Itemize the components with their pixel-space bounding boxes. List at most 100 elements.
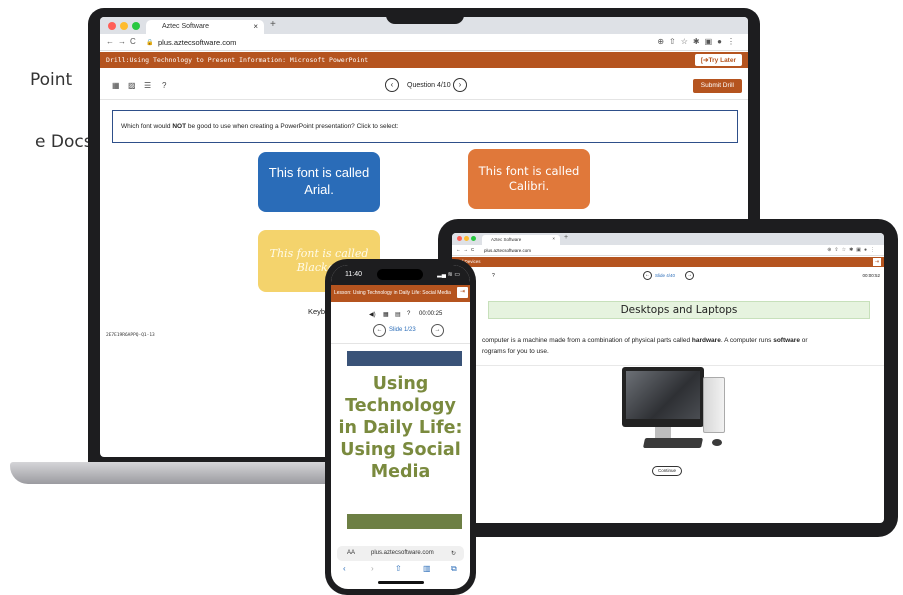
answer-calibri[interactable]: This font is called Calibri. <box>468 149 590 209</box>
back-icon[interactable]: ← <box>106 37 114 46</box>
back-icon[interactable]: ‹ <box>343 564 346 573</box>
bookmarks-icon[interactable]: ▥ <box>423 564 431 573</box>
continue-button[interactable]: Continue <box>652 466 682 476</box>
maximize-window-icon[interactable] <box>132 22 140 30</box>
keyboard-illustration <box>642 438 704 448</box>
browser-extension-icons[interactable]: ⊕⇧☆✱▣●⋮ <box>827 247 878 253</box>
next-question-button[interactable]: › <box>453 78 467 92</box>
url-text[interactable]: plus.aztecsoftware.com <box>158 38 236 47</box>
slide-title: Using Technology in Daily Life: Using So… <box>338 374 463 482</box>
lesson-toolbar: ? ← Slide 4/40 → 00:00:52 <box>452 268 884 284</box>
forward-icon[interactable]: › <box>371 564 374 573</box>
pc-tower-illustration <box>703 377 725 433</box>
para-text: rograms for you to use. <box>482 348 549 355</box>
help-icon[interactable]: ? <box>162 81 166 90</box>
drill-toolbar: ▦ ▨ ☰ ? ‹ Question 4/10 › Submit Drill <box>100 70 748 100</box>
previous-slide-button[interactable]: ← <box>373 324 386 337</box>
question-prompt: Which font would NOT be good to use when… <box>112 110 738 143</box>
keyboard-hint: Keyb <box>308 307 326 316</box>
browser-tab[interactable]: Aztec Software × <box>482 235 560 245</box>
url-text[interactable]: plus.aztecsoftware.com <box>484 248 531 253</box>
slide-paragraph: computer is a machine made from a combin… <box>482 335 878 357</box>
help-icon[interactable]: ? <box>407 311 410 317</box>
question-text-end: be good to use when creating a PowerPoin… <box>186 123 399 130</box>
next-slide-button[interactable]: → <box>685 271 694 280</box>
close-window-icon[interactable] <box>108 22 116 30</box>
previous-question-button[interactable]: ‹ <box>385 78 399 92</box>
tab-close-icon[interactable]: × <box>552 236 555 241</box>
status-time: 11:40 <box>345 271 362 278</box>
maximize-window-icon[interactable] <box>471 236 476 241</box>
dynamic-island <box>377 269 423 280</box>
answer-arial[interactable]: This font is called Arial. <box>258 152 380 212</box>
nav-icons[interactable]: ←→C <box>456 247 477 252</box>
previous-slide-button[interactable]: ← <box>643 271 652 280</box>
exit-icon[interactable]: ⇥ <box>873 258 881 266</box>
try-later-button[interactable]: [➔Try Later <box>694 54 742 66</box>
reload-icon[interactable]: ↻ <box>451 550 456 557</box>
list-icon[interactable]: ☰ <box>144 81 151 90</box>
para-text: computer is a machine made from a combin… <box>482 337 692 344</box>
background-text-1: Point <box>30 70 73 90</box>
background-text-2: e Docs <box>35 132 93 152</box>
calculator-icon[interactable]: ▦ <box>112 81 120 90</box>
laptop-notch <box>386 8 464 24</box>
slide-footer-band <box>347 514 462 529</box>
next-slide-button[interactable]: → <box>431 324 444 337</box>
text-size-button[interactable]: AA <box>347 550 355 556</box>
url-text[interactable]: plus.aztecsoftware.com <box>371 550 434 556</box>
phone-screen: 11:40 ▂▄ ≋ ▭ Lesson: Using Technology in… <box>331 265 470 589</box>
calculator-icon[interactable]: ▦ <box>383 311 389 318</box>
browser-extension-icons[interactable]: ⊕⇧☆✱▣●⋮ <box>657 37 740 46</box>
new-tab-button[interactable]: + <box>564 234 568 241</box>
minimize-window-icon[interactable] <box>120 22 128 30</box>
mouse-illustration <box>712 439 722 446</box>
para-bold-hardware: hardware <box>691 337 721 344</box>
image-icon[interactable]: ▨ <box>128 81 136 90</box>
reload-icon[interactable]: C <box>130 37 136 46</box>
question-counter: Question 4/10 <box>407 82 451 89</box>
para-bold-software: software <box>773 337 800 344</box>
browser-address-bar: ← → C 🔒 plus.aztecsoftware.com ⊕⇧☆✱▣●⋮ <box>100 34 748 51</box>
tabs-icon[interactable]: ⧉ <box>451 564 457 574</box>
browser-tab-title: Aztec Software <box>162 23 210 30</box>
close-window-icon[interactable] <box>457 236 462 241</box>
lock-icon: 🔒 <box>146 40 154 46</box>
lesson-title-bar: s of Devices <box>452 257 884 267</box>
submit-drill-button[interactable]: Submit Drill <box>692 79 742 93</box>
browser-tab-title: Aztec Software <box>491 237 522 242</box>
safari-address-bar[interactable]: AA plus.aztecsoftware.com ↻ <box>337 546 464 561</box>
help-icon[interactable]: ? <box>492 273 495 279</box>
divider <box>452 365 884 366</box>
audio-icon[interactable]: ◀) <box>369 311 376 318</box>
lesson-timer: 00:00:25 <box>419 311 443 317</box>
browser-tab[interactable]: Aztec Software × <box>146 20 264 34</box>
divider <box>331 343 470 344</box>
drill-code: 2E7E19R6APPQ-Q1-13 <box>106 333 155 338</box>
lesson-toolbar: ◀) ▦ ▤ ? 00:00:25 <box>331 309 470 321</box>
home-indicator <box>378 581 424 584</box>
monitor-screen-illustration <box>626 371 700 419</box>
new-tab-button[interactable]: + <box>270 19 276 30</box>
minimize-window-icon[interactable] <box>464 236 469 241</box>
drill-title-bar: Drill:Using Technology to Present Inform… <box>100 52 748 68</box>
tablet-address-bar: ←→C plus.aztecsoftware.com ⊕⇧☆✱▣●⋮ <box>452 245 884 256</box>
slide-heading: Desktops and Laptops <box>488 301 870 319</box>
slide-counter: Slide 1/23 <box>389 327 416 333</box>
question-text-start: Which font would <box>121 123 173 130</box>
forward-icon[interactable]: → <box>118 37 126 46</box>
tab-close-icon[interactable]: × <box>253 22 258 31</box>
lesson-timer: 00:00:52 <box>862 273 880 278</box>
safari-toolbar: ‹ › ⇧ ▥ ⧉ <box>331 563 470 577</box>
lesson-title-bar: Lesson: Using Technology in Daily Life: … <box>331 285 470 302</box>
share-icon[interactable]: ⇧ <box>395 564 402 573</box>
slide-header-band <box>347 351 462 366</box>
exit-icon[interactable]: ⇥ <box>457 287 468 298</box>
tablet-tab-strip: Aztec Software × + <box>452 233 884 245</box>
para-text: or <box>799 337 808 344</box>
slide-counter: Slide 4/40 <box>655 273 676 278</box>
marketing-composite: Point e Docs Aztec Software × + ← → C 🔒 … <box>0 0 903 595</box>
para-text: . A computer runs <box>720 337 774 344</box>
glossary-icon[interactable]: ▤ <box>395 311 401 318</box>
status-icons: ▂▄ ≋ ▭ <box>437 272 460 278</box>
